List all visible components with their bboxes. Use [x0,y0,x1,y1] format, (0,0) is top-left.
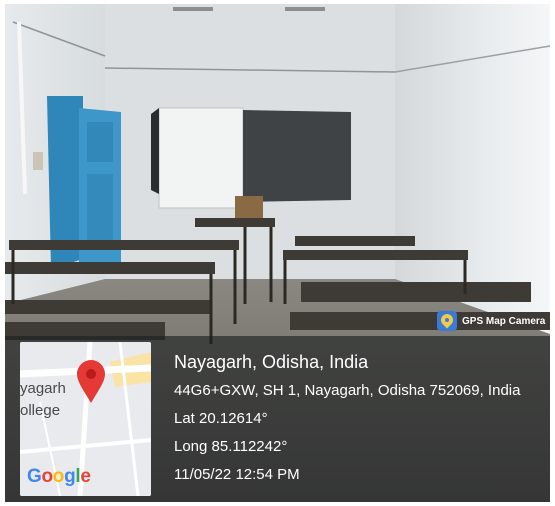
badge-label: GPS Map Camera [462,315,546,327]
latitude: Lat 20.12614° [174,410,268,427]
location-address: 44G6+GXW, SH 1, Nayagarh, Odisha 752069,… [174,382,521,399]
map-place-label: yagarh [20,380,66,397]
location-info-panel: yagarh ollege Google Nayagarh, Odisha, I… [5,336,550,502]
map-thumbnail[interactable]: yagarh ollege Google [20,342,151,496]
gps-overlay: GPS Map Camera yagarh ollege Google Naya… [5,4,550,502]
timestamp: 11/05/22 12:54 PM [174,466,300,483]
gps-map-camera-badge: GPS Map Camera [437,308,545,334]
map-pin-icon [77,360,105,403]
location-title: Nayagarh, Odisha, India [174,352,369,372]
map-place-label: ollege [20,402,61,419]
google-logo: Google [27,466,91,487]
gps-map-camera-icon [437,311,457,331]
photo-frame: GPS Map Camera yagarh ollege Google Naya… [5,4,550,502]
longitude: Long 85.112242° [174,438,288,455]
